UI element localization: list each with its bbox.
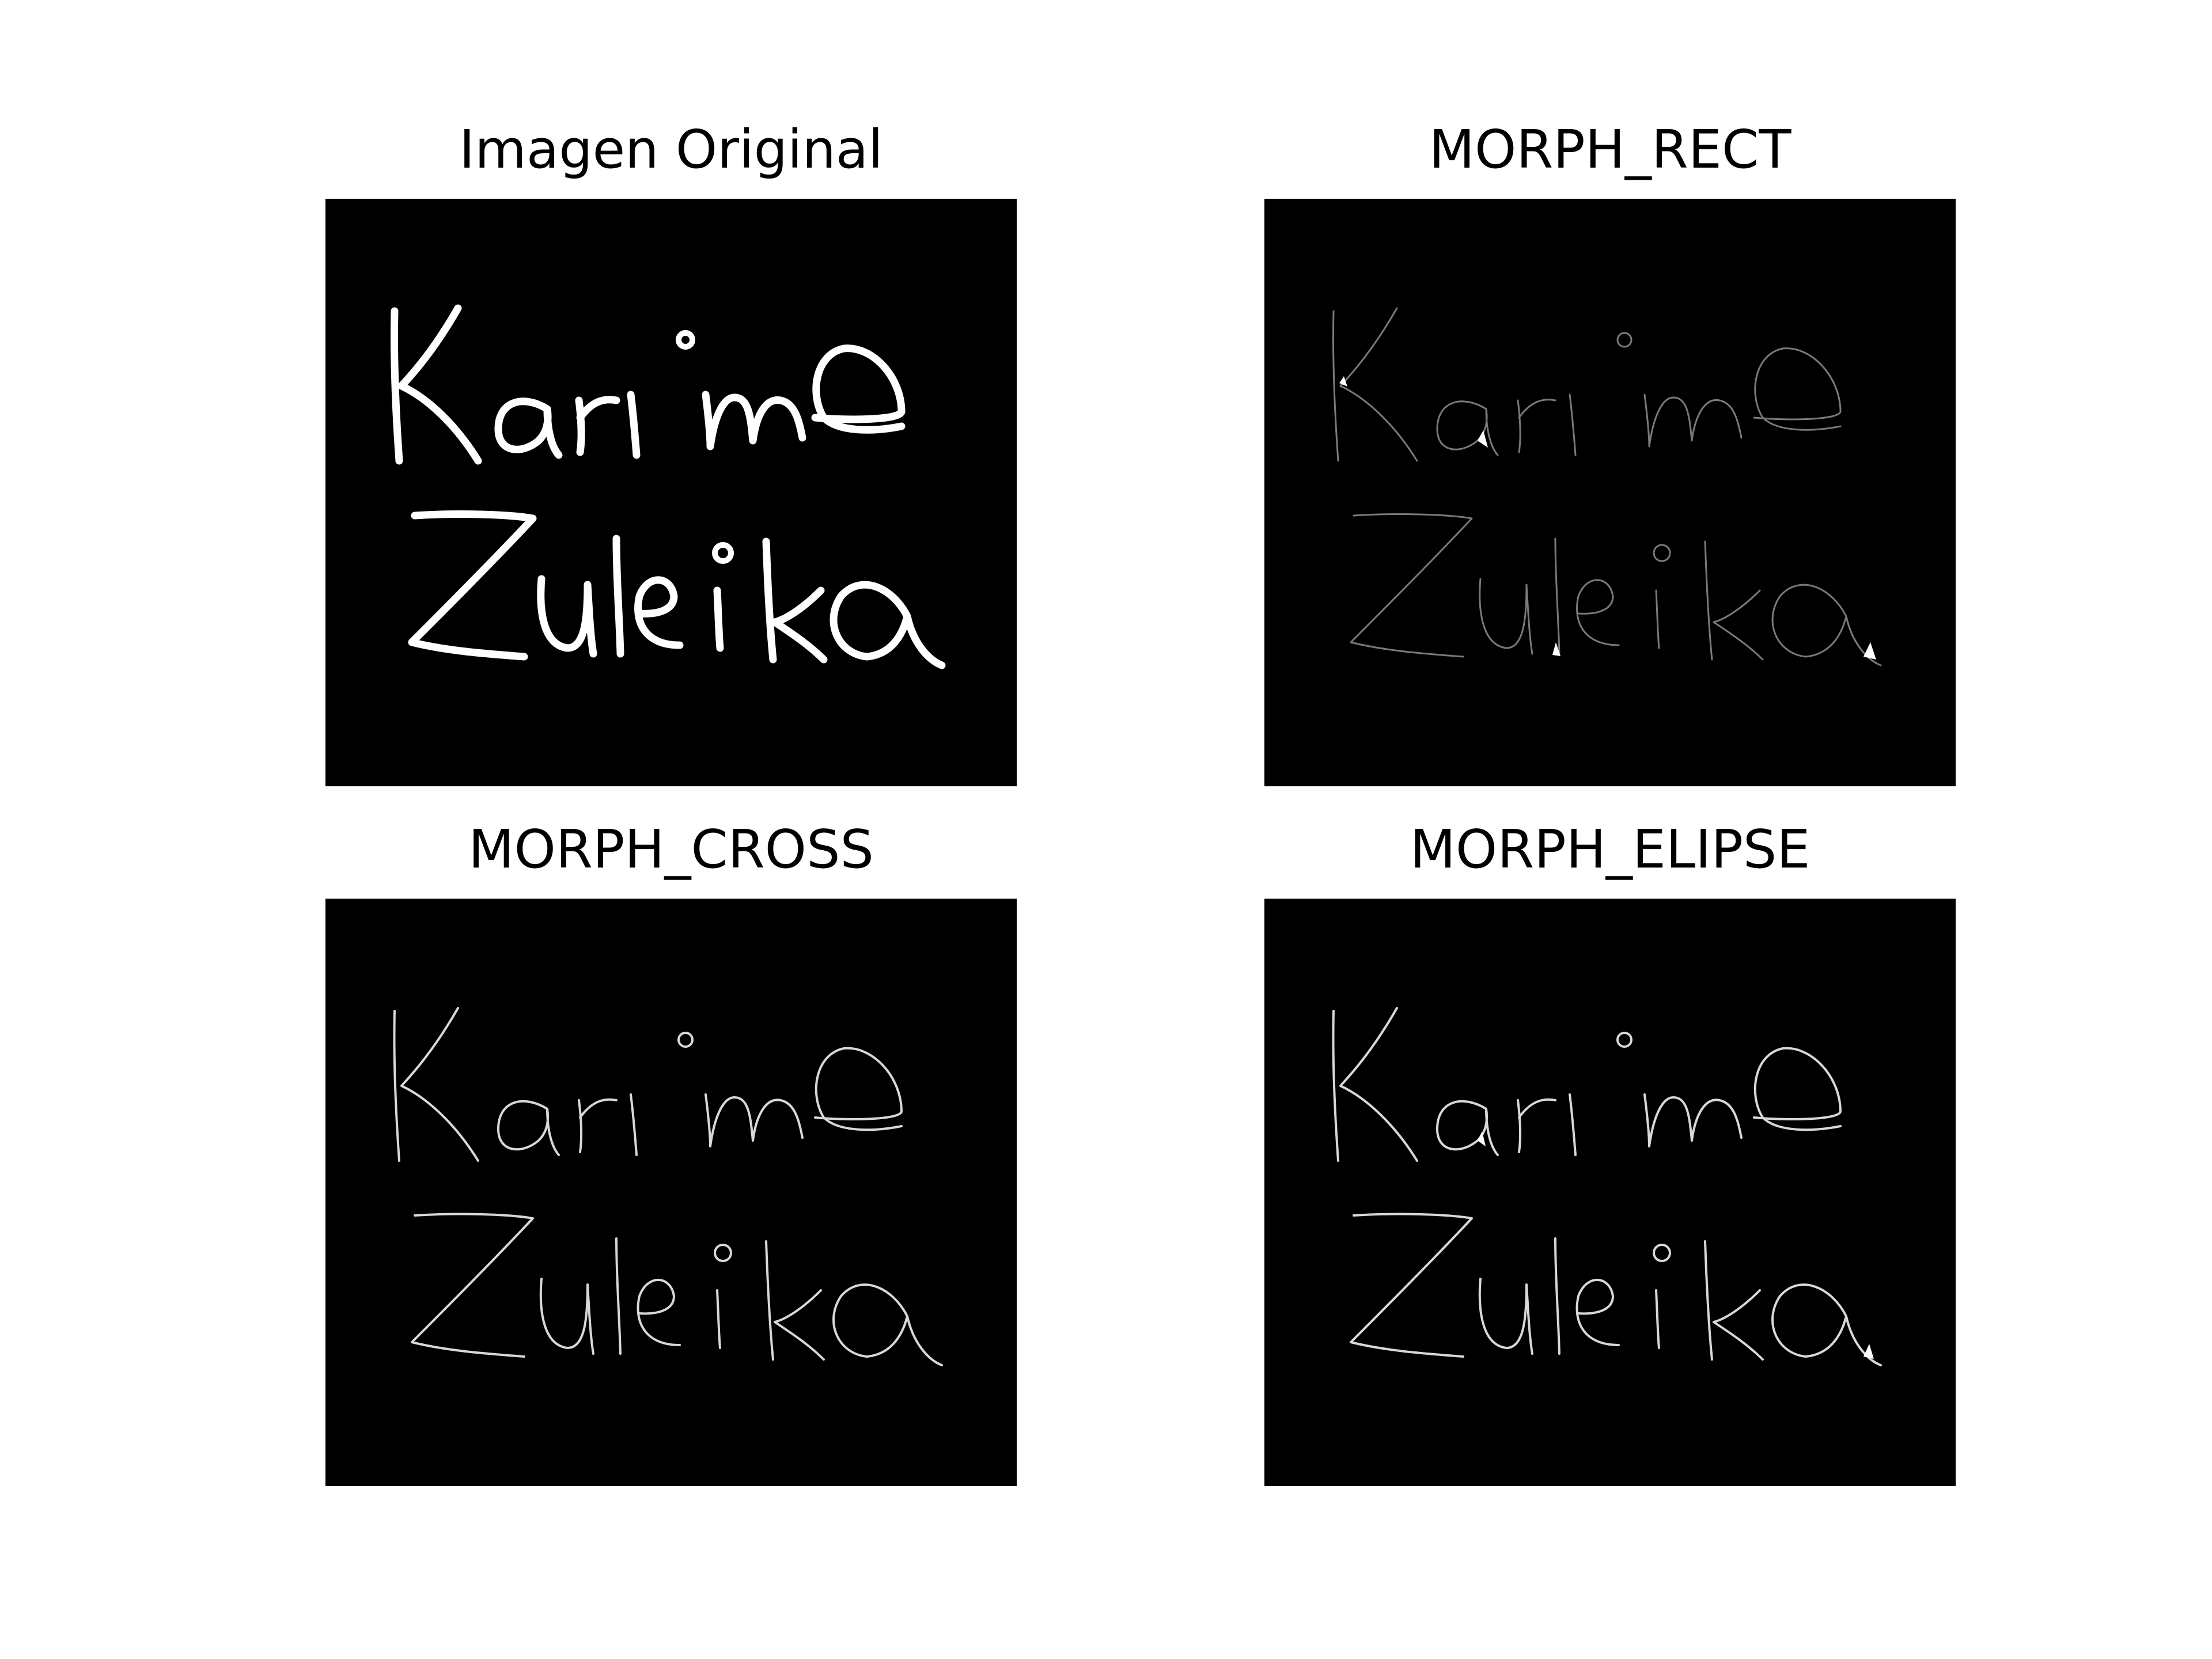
image-morph-rect [1264, 199, 1956, 786]
handwriting-original [390, 304, 946, 669]
panel-title-morph-cross: MORPH_CROSS [468, 819, 874, 880]
handwriting-morph-elipse [1332, 1007, 1882, 1366]
panel-title-morph-elipse: MORPH_ELIPSE [1410, 819, 1810, 880]
handwriting-morph-cross [393, 1007, 943, 1366]
image-morph-elipse [1264, 899, 1956, 1486]
panel-title-original: Imagen Original [459, 119, 883, 180]
image-morph-cross [325, 899, 1017, 1486]
handwriting-morph-rect [1332, 307, 1882, 666]
panel-title-morph-rect: MORPH_RECT [1429, 119, 1791, 180]
image-original [325, 199, 1017, 786]
